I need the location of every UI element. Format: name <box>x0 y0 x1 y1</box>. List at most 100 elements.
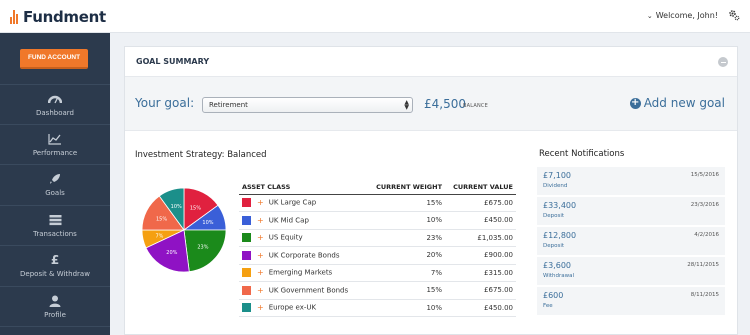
goal-select[interactable]: Retirement ▲ ▼ <box>202 97 413 113</box>
col-current-value: CURRENT VALUE <box>445 180 516 195</box>
asset-weight: 15% <box>367 194 445 212</box>
allocation-pie-chart: 15% 10% 23% 20% 7% 15% 10% <box>141 187 227 273</box>
sidebar-item-dashboard[interactable]: Dashboard <box>0 84 110 125</box>
asset-row[interactable]: + UK Corporate Bonds 20% £900.00 <box>239 246 516 265</box>
expand-plus-icon[interactable]: + <box>257 268 264 277</box>
expand-plus-icon[interactable]: + <box>257 198 264 207</box>
asset-weight: 10% <box>367 299 445 317</box>
sidebar-item-profile[interactable]: Profile <box>0 287 110 327</box>
notification-item[interactable]: £600 Fee 8/11/2015 <box>537 287 725 317</box>
sidebar-item-deposit-withdraw[interactable]: £ Deposit & Withdraw <box>0 246 110 287</box>
sidebar-item-label: Goals <box>45 189 65 198</box>
pound-icon: £ <box>50 253 60 268</box>
asset-row[interactable]: + Emerging Markets 7% £315.00 <box>239 264 516 282</box>
pie-slice-label: 10% <box>202 220 213 226</box>
notifications-list: £7,100 Dividend 15/5/2016 £33,400 Deposit 23/… <box>537 167 725 317</box>
asset-weight: 7% <box>367 264 445 282</box>
asset-class-cell: + Emerging Markets <box>239 264 367 282</box>
notification-date: 28/11/2015 <box>687 262 719 268</box>
asset-name: UK Large Cap <box>268 198 317 207</box>
asset-row[interactable]: + UK Large Cap 15% £675.00 <box>239 194 516 212</box>
server-icon <box>49 213 62 227</box>
color-swatch <box>242 268 251 278</box>
asset-class-cell: + UK Government Bonds <box>239 281 367 300</box>
color-swatch <box>242 285 251 295</box>
color-swatch <box>242 233 251 243</box>
asset-class-cell: + US Equity <box>239 229 367 247</box>
notification-date: 4/2/2016 <box>694 232 719 238</box>
welcome-text: Welcome, John! <box>655 11 718 20</box>
asset-weight: 23% <box>367 229 445 247</box>
asset-row[interactable]: + UK Government Bonds 15% £675.00 <box>239 281 516 300</box>
asset-value: £675.00 <box>445 194 516 212</box>
notification-type: Withdrawal <box>543 273 575 279</box>
panel-header: GOAL SUMMARY <box>125 47 737 77</box>
asset-name: UK Government Bonds <box>268 286 349 295</box>
goal-summary-panel: GOAL SUMMARY Your goal: Retirement ▲ ▼ £4… <box>124 46 738 335</box>
pie-slice-label: 15% <box>190 206 201 212</box>
collapse-icon[interactable] <box>718 57 728 67</box>
asset-value: £450.00 <box>445 299 516 317</box>
strategy-title: Investment Strategy: Balanced <box>135 150 267 160</box>
asset-value: £1,035.00 <box>445 229 516 247</box>
settings-gear-icon[interactable] <box>728 9 740 21</box>
expand-plus-icon[interactable]: + <box>257 216 264 225</box>
asset-class-cell: + UK Mid Cap <box>239 211 367 230</box>
notification-item[interactable]: £33,400 Deposit 23/3/2016 <box>537 197 725 227</box>
line-chart-icon <box>48 132 62 146</box>
user-icon <box>49 294 61 308</box>
goal-select-value: Retirement <box>209 101 248 109</box>
notification-amount: £12,800 <box>543 231 577 240</box>
goal-label: Your goal: <box>135 96 195 110</box>
goal-bar: Your goal: Retirement ▲ ▼ £4,500 BALANCE … <box>125 77 737 131</box>
select-arrows-icon: ▲ ▼ <box>404 99 409 111</box>
pie-slice <box>183 229 227 273</box>
chevron-down-icon: ⌄ <box>646 11 653 20</box>
sidebar-item-transactions[interactable]: Transactions <box>0 206 110 246</box>
sidebar-nav: Dashboard Performance Goals Transactions… <box>0 84 110 327</box>
sidebar-item-label: Deposit & Withdraw <box>20 270 90 279</box>
asset-weight: 10% <box>367 211 445 230</box>
balance-value: £4,500 <box>424 97 466 111</box>
panel-title: GOAL SUMMARY <box>136 57 210 66</box>
asset-value: £450.00 <box>445 211 516 230</box>
notification-date: 15/5/2016 <box>690 172 719 178</box>
expand-plus-icon[interactable]: + <box>257 303 264 312</box>
asset-row[interactable]: + UK Mid Cap 10% £450.00 <box>239 211 516 230</box>
sidebar-item-label: Profile <box>44 310 66 319</box>
notification-date: 8/11/2015 <box>690 292 719 298</box>
rocket-icon <box>49 172 61 186</box>
notification-item[interactable]: £7,100 Dividend 15/5/2016 <box>537 167 725 197</box>
user-menu[interactable]: ⌄ Welcome, John! <box>647 11 718 20</box>
asset-name: Europe ex-UK <box>268 303 317 312</box>
notification-type: Dividend <box>543 183 568 189</box>
sidebar-item-label: Transactions <box>33 229 77 238</box>
notification-type: Fee <box>543 303 553 309</box>
add-new-goal-button[interactable]: + Add new goal <box>629 96 725 110</box>
expand-plus-icon[interactable]: + <box>257 286 264 295</box>
asset-row[interactable]: + Europe ex-UK 10% £450.00 <box>239 299 516 317</box>
asset-weight: 20% <box>367 246 445 265</box>
notification-type: Deposit <box>543 243 565 249</box>
notification-type: Deposit <box>543 213 565 219</box>
asset-table-header: ASSET CLASS CURRENT WEIGHT CURRENT VALUE <box>239 180 516 195</box>
fundment-logo[interactable]: Fundment <box>10 6 106 28</box>
sidebar-item-goals[interactable]: Goals <box>0 165 110 206</box>
notification-item[interactable]: £12,800 Deposit 4/2/2016 <box>537 227 725 257</box>
col-current-weight: CURRENT WEIGHT <box>367 180 445 195</box>
sidebar-item-performance[interactable]: Performance <box>0 125 110 165</box>
asset-row[interactable]: + US Equity 23% £1,035.00 <box>239 229 516 247</box>
notifications-title: Recent Notifications <box>539 149 625 159</box>
pie-slice-label: 15% <box>156 217 167 223</box>
expand-plus-icon[interactable]: + <box>257 233 264 242</box>
fund-account-button[interactable]: FUND ACCOUNT <box>20 49 88 69</box>
asset-name: US Equity <box>268 233 303 242</box>
color-swatch <box>242 198 251 208</box>
sidebar-item-label: Dashboard <box>36 108 74 117</box>
plus-circle-icon: + <box>629 96 641 109</box>
expand-plus-icon[interactable]: + <box>257 251 264 260</box>
dashboard-gauge-icon <box>48 92 62 106</box>
logo-text: Fundment <box>23 8 106 26</box>
notification-item[interactable]: £3,600 Withdrawal 28/11/2015 <box>537 257 725 287</box>
asset-class-cell: + UK Corporate Bonds <box>239 246 367 265</box>
